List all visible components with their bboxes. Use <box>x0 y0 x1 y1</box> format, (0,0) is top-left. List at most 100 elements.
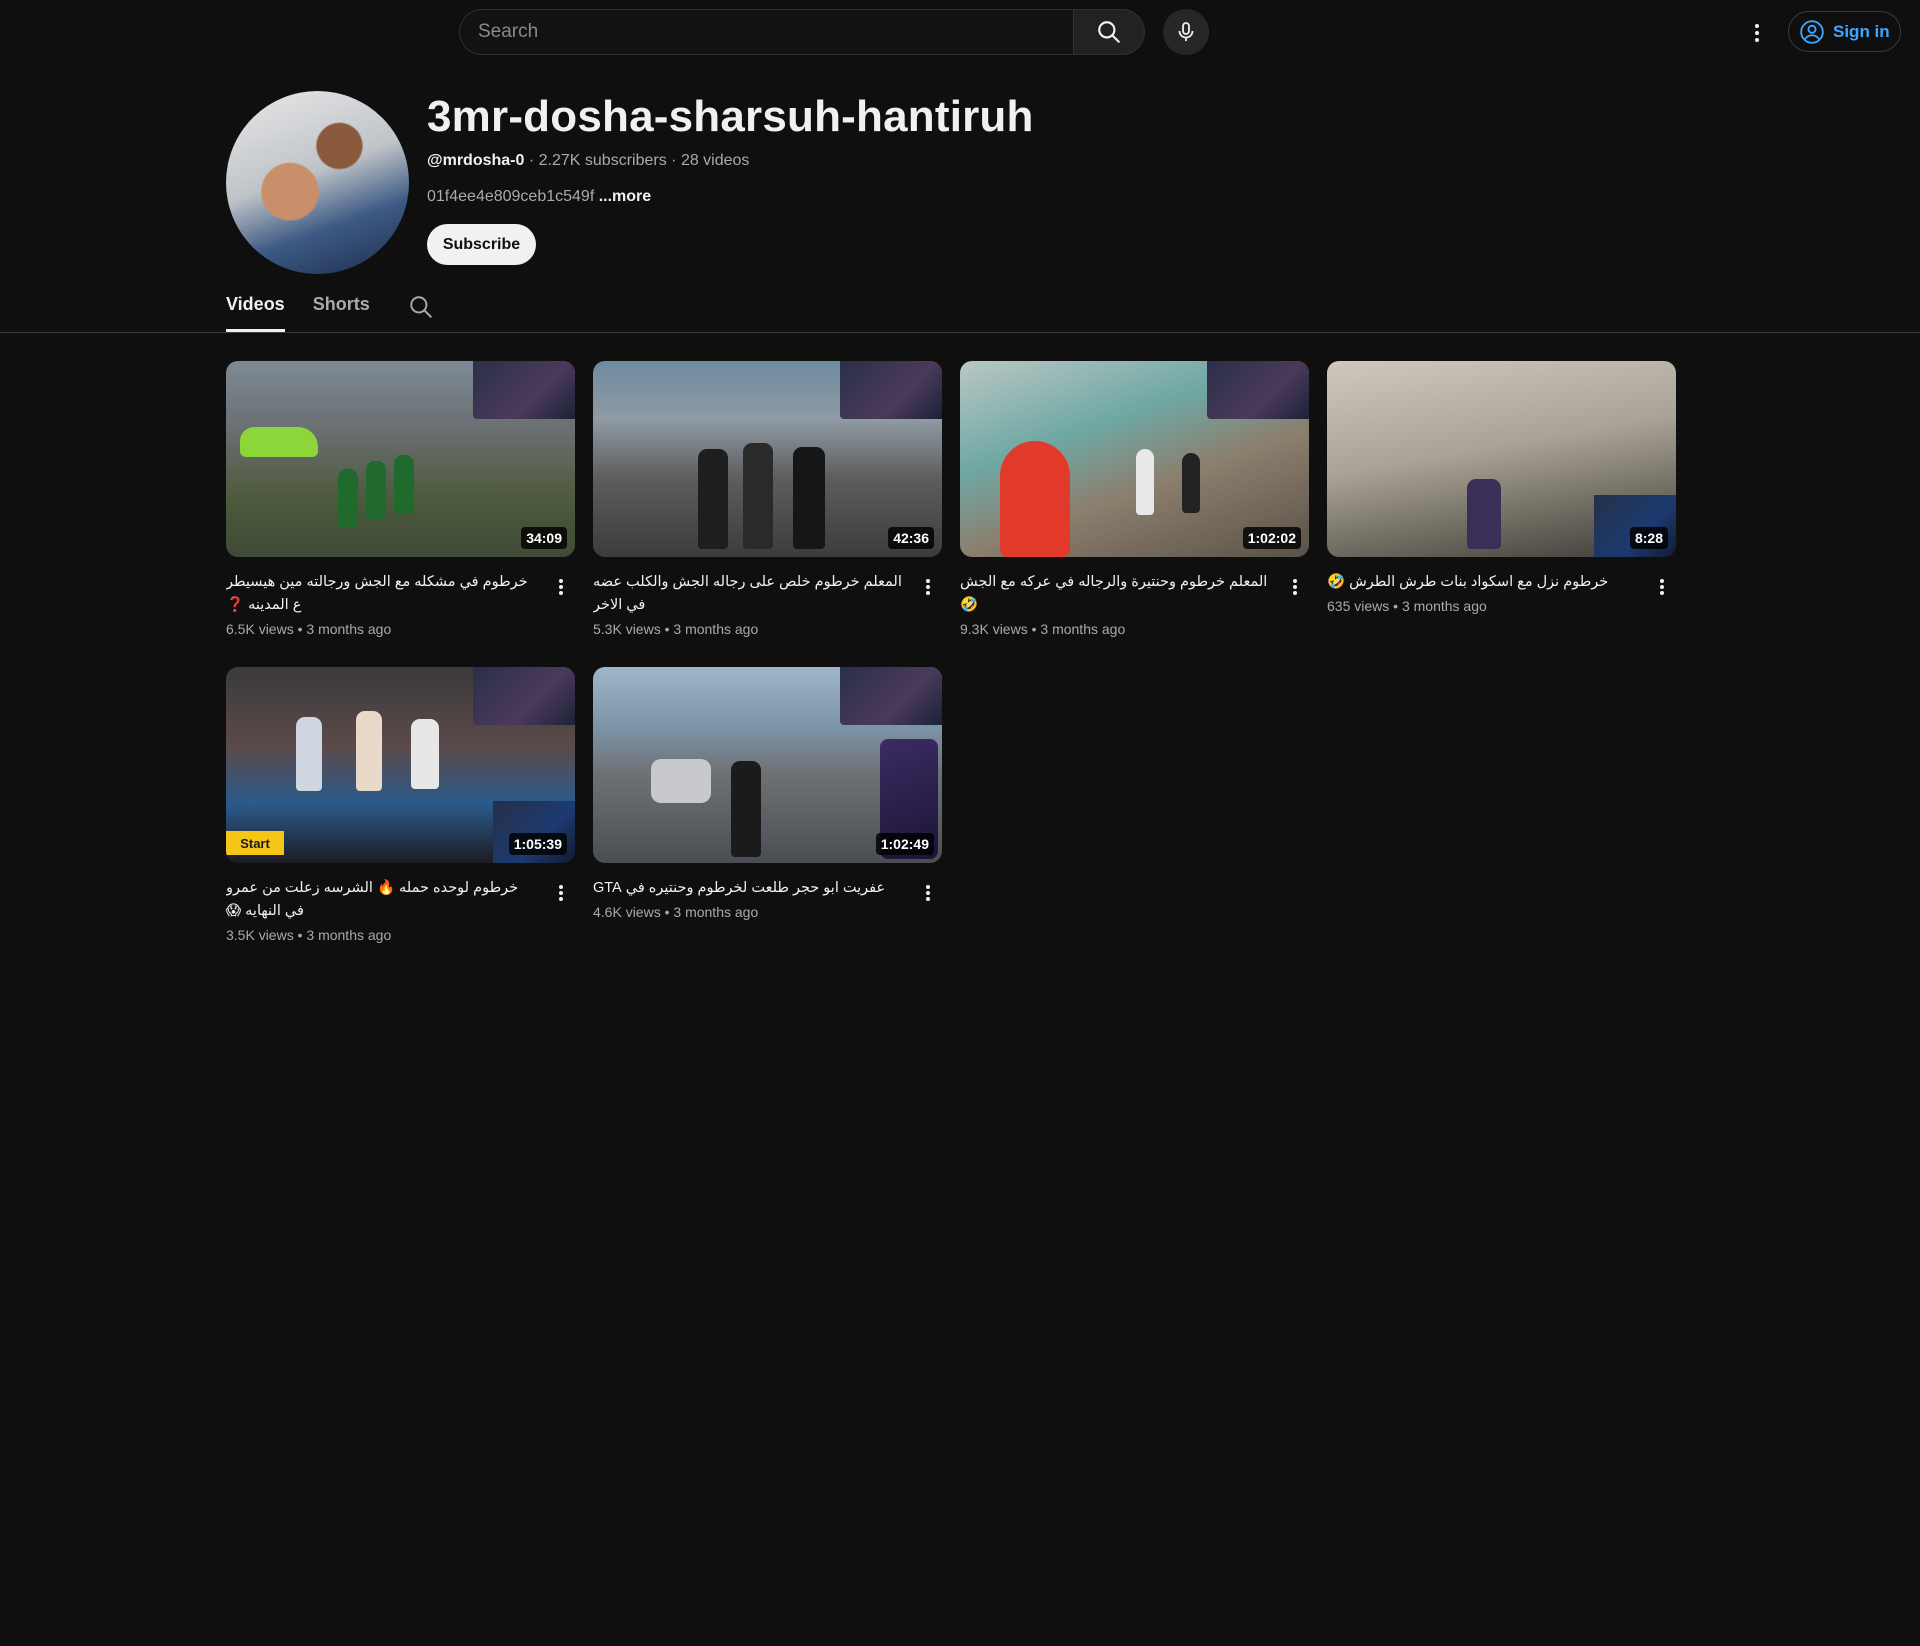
vertical-dots-icon <box>1660 579 1664 595</box>
video-title[interactable]: المعلم خرطوم خلص على رجاله الجش والكلب ع… <box>593 571 906 617</box>
video-duration: 8:28 <box>1629 527 1668 549</box>
view-count: 635 views <box>1327 598 1390 614</box>
video-title[interactable]: عفريت ابو حجر طلعت لخرطوم وحنتيره في GTA <box>593 877 906 900</box>
video-title[interactable]: خرطوم في مشكله مع الجش ورجالته مين هيسيط… <box>226 571 539 617</box>
channel-tabs: Videos Shorts <box>226 290 434 332</box>
top-bar: Sign in <box>0 0 1920 64</box>
account-circle-icon <box>1800 19 1824 44</box>
video-info: المعلم خرطوم وحنتيرة والرجاله في عركه مع… <box>960 571 1309 637</box>
vertical-dots-icon <box>559 885 563 901</box>
video-duration: 1:05:39 <box>508 833 567 855</box>
channel-avatar <box>226 91 409 274</box>
video-card[interactable]: 1:02:49 عفريت ابو حجر طلعت لخرطوم وحنتير… <box>593 667 942 943</box>
channel-handle: @mrdosha-0 <box>427 152 525 169</box>
sign-in-label: Sign in <box>1833 21 1890 41</box>
more-link[interactable]: ...more <box>599 188 651 205</box>
video-card[interactable]: 34:09 خرطوم في مشكله مع الجش ورجالته مين… <box>226 361 575 637</box>
video-duration: 34:09 <box>521 527 567 549</box>
upload-age: 3 months ago <box>673 904 759 920</box>
tab-shorts[interactable]: Shorts <box>313 290 370 332</box>
video-thumbnail[interactable]: 8:28 <box>1327 361 1676 557</box>
start-badge: Start <box>226 831 284 855</box>
video-menu-button[interactable] <box>551 881 571 905</box>
subscribe-button[interactable]: Subscribe <box>427 224 536 265</box>
video-title[interactable]: خرطوم نزل مع اسكواد بنات طرش الطرش 🤣 <box>1327 571 1640 594</box>
upload-age: 3 months ago <box>673 621 759 637</box>
video-thumbnail[interactable]: 1:02:49 <box>593 667 942 863</box>
channel-description[interactable]: 01f4ee4e809ceb1c549f ...more <box>427 188 651 206</box>
thumbnail-figure-shape <box>338 469 358 527</box>
video-meta: 5.3K views • 3 months ago <box>593 621 759 637</box>
video-info: خرطوم نزل مع اسكواد بنات طرش الطرش 🤣 635… <box>1327 571 1676 614</box>
video-duration: 1:02:49 <box>875 833 934 855</box>
vertical-dots-icon <box>926 579 930 595</box>
search-input[interactable] <box>478 21 1055 43</box>
video-thumbnail[interactable]: 42:36 <box>593 361 942 557</box>
channel-title: 3mr-dosha-sharsuh-hantiruh <box>427 92 1034 141</box>
vertical-dots-icon <box>1755 24 1759 42</box>
search-bar <box>459 9 1145 55</box>
thumbnail-car-shape <box>240 427 318 457</box>
thumbnail-figure-shape <box>731 761 761 857</box>
search-button[interactable] <box>1073 9 1145 55</box>
thumbnail-inset <box>473 667 575 725</box>
thumbnail-figure-shape <box>356 711 382 791</box>
thumbnail-figure-shape <box>1000 441 1070 557</box>
meta-separator: · <box>671 152 681 169</box>
meta-separator: · <box>528 152 539 169</box>
thumbnail-inset <box>840 667 942 725</box>
video-info: خرطوم لوحده حمله 🔥 الشرسه زعلت من عمرو ف… <box>226 877 575 943</box>
thumbnail-inset <box>1207 361 1309 419</box>
tabs-divider <box>0 332 1920 333</box>
video-thumbnail[interactable]: 1:02:02 <box>960 361 1309 557</box>
thumbnail-figure-shape <box>296 717 322 791</box>
video-menu-button[interactable] <box>1652 575 1672 599</box>
video-title[interactable]: خرطوم لوحده حمله 🔥 الشرسه زعلت من عمرو ف… <box>226 877 539 923</box>
video-card[interactable]: Start 1:05:39 خرطوم لوحده حمله 🔥 الشرسه … <box>226 667 575 943</box>
vertical-dots-icon <box>1293 579 1297 595</box>
video-thumbnail[interactable]: 34:09 <box>226 361 575 557</box>
video-duration: 1:02:02 <box>1242 527 1301 549</box>
channel-meta: @mrdosha-0 · 2.27K subscribers · 28 vide… <box>427 152 749 170</box>
view-count: 3.5K views <box>226 927 294 943</box>
tab-videos[interactable]: Videos <box>226 290 285 332</box>
video-meta: 6.5K views • 3 months ago <box>226 621 392 637</box>
thumbnail-figure-shape <box>411 719 439 789</box>
view-count: 9.3K views <box>960 621 1028 637</box>
video-menu-button[interactable] <box>1285 575 1305 599</box>
thumbnail-figure-shape <box>698 449 728 549</box>
video-thumbnail[interactable]: Start 1:05:39 <box>226 667 575 863</box>
video-card[interactable]: 8:28 خرطوم نزل مع اسكواد بنات طرش الطرش … <box>1327 361 1676 637</box>
upload-age: 3 months ago <box>1401 598 1487 614</box>
thumbnail-inset <box>840 361 942 419</box>
thumbnail-figure-shape <box>1467 479 1501 549</box>
search-icon <box>1098 21 1120 43</box>
description-text: 01f4ee4e809ceb1c549f <box>427 188 595 205</box>
microphone-icon <box>1178 22 1194 41</box>
thumbnail-figure-shape <box>743 443 773 549</box>
video-title[interactable]: المعلم خرطوم وحنتيرة والرجاله في عركه مع… <box>960 571 1273 617</box>
video-info: المعلم خرطوم خلص على رجاله الجش والكلب ع… <box>593 571 942 637</box>
video-menu-button[interactable] <box>551 575 571 599</box>
channel-search-button[interactable] <box>408 290 434 325</box>
thumbnail-car-shape <box>651 759 711 803</box>
video-duration: 42:36 <box>888 527 934 549</box>
thumbnail-figure-shape <box>366 461 386 519</box>
settings-menu-button[interactable] <box>1737 13 1777 53</box>
voice-search-button[interactable] <box>1163 9 1209 55</box>
thumbnail-figure-shape <box>1136 449 1154 515</box>
sign-in-button[interactable]: Sign in <box>1788 11 1901 52</box>
video-card[interactable]: 42:36 المعلم خرطوم خلص على رجاله الجش وا… <box>593 361 942 637</box>
upload-age: 3 months ago <box>306 621 392 637</box>
search-box[interactable] <box>459 9 1073 55</box>
video-menu-button[interactable] <box>918 881 938 905</box>
video-card[interactable]: 1:02:02 المعلم خرطوم وحنتيرة والرجاله في… <box>960 361 1309 637</box>
video-meta: 4.6K views • 3 months ago <box>593 904 759 920</box>
vertical-dots-icon <box>559 579 563 595</box>
video-count: 28 videos <box>680 152 750 169</box>
thumbnail-inset <box>473 361 575 419</box>
video-menu-button[interactable] <box>918 575 938 599</box>
thumbnail-figure-shape <box>394 455 414 513</box>
thumbnail-figure-shape <box>1182 453 1200 513</box>
video-meta: 635 views • 3 months ago <box>1327 598 1487 614</box>
